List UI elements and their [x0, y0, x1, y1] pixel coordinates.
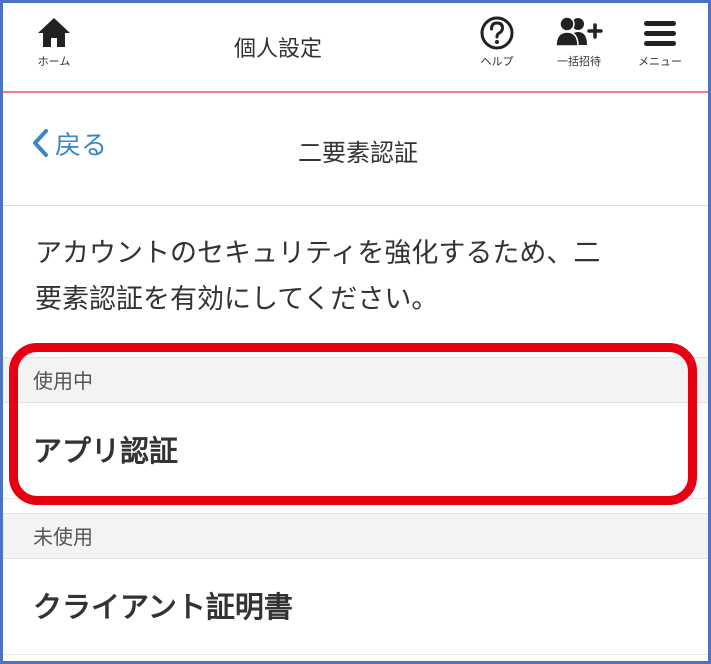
app-frame: ホーム 個人設定 ヘルプ 一括招待 メニュー 戻る 二要素認証 アカウントのセキ…	[0, 0, 711, 664]
description-text: アカウントのセキュリティを強化するため、二 要素認証を有効にしてください。	[35, 231, 685, 323]
app-title: 個人設定	[233, 37, 322, 62]
help-label: ヘルプ	[480, 55, 514, 68]
list-item-client-certificate[interactable]: クライアント証明書	[3, 559, 708, 655]
section-header-active: 使用中	[3, 357, 708, 403]
home-button[interactable]: ホーム	[25, 13, 83, 83]
description-line-2: 要素認証を有効にしてください。	[35, 284, 439, 315]
chevron-left-icon	[33, 129, 48, 157]
add-users-icon	[543, 13, 615, 55]
bulk-invite-button[interactable]: 一括招待	[543, 13, 615, 83]
back-label: 戻る	[55, 131, 108, 161]
list-item-app-auth[interactable]: アプリ認証	[3, 403, 708, 499]
menu-button[interactable]: メニュー	[627, 13, 693, 83]
help-button[interactable]: ヘルプ	[469, 13, 525, 83]
home-icon	[25, 13, 83, 55]
hamburger-menu-icon	[627, 13, 693, 55]
home-label: ホーム	[37, 55, 71, 68]
back-link[interactable]: 戻る	[31, 125, 107, 162]
page-header: 戻る 二要素認証	[3, 93, 708, 206]
section-header-inactive: 未使用	[3, 513, 708, 559]
bulk-invite-label: 一括招待	[557, 55, 601, 68]
page-title: 二要素認証	[298, 139, 418, 167]
top-navigation-bar: ホーム 個人設定 ヘルプ 一括招待 メニュー	[3, 3, 708, 93]
help-circle-icon	[469, 13, 525, 55]
menu-label: メニュー	[638, 55, 682, 68]
description-line-1: アカウントのセキュリティを強化するため、二	[35, 238, 601, 269]
